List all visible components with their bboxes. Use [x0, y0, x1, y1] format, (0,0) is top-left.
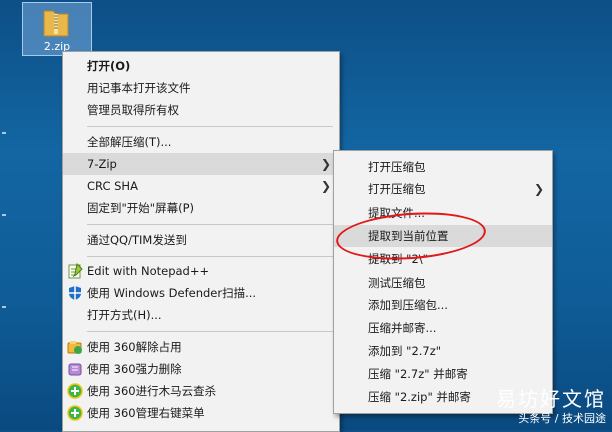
submenu-item-label: 压缩并邮寄... — [368, 321, 437, 335]
menu-separator — [87, 256, 333, 257]
menu-item-label: 7-Zip — [87, 157, 117, 171]
notepadpp-icon — [68, 263, 83, 279]
menu-item-360-force-delete[interactable]: 使用 360强力删除 — [63, 358, 339, 380]
submenu-item-open-archive-more[interactable]: 打开压缩包 ❯ — [334, 178, 552, 200]
menu-separator — [87, 224, 333, 225]
menu-item-open-notepad[interactable]: 用记事本打开该文件 — [63, 77, 339, 99]
menu-item-label: 使用 360进行木马云查杀 — [87, 384, 217, 398]
submenu-item-label: 打开压缩包 — [368, 182, 426, 196]
submenu-item-add-to-7z[interactable]: 添加到 "2.7z" — [334, 340, 552, 362]
submenu-item-label: 压缩 "2.7z" 并邮寄 — [368, 367, 468, 381]
chevron-right-icon: ❯ — [320, 157, 331, 171]
360-logo-icon — [67, 405, 83, 421]
menu-item-360-trojan-scan[interactable]: 使用 360进行木马云查杀 — [63, 380, 339, 402]
submenu-item-open-archive[interactable]: 打开压缩包 — [334, 156, 552, 178]
menu-separator — [87, 126, 333, 127]
menu-item-label: 打开(O) — [87, 59, 131, 73]
submenu-item-label: 打开压缩包 — [368, 160, 426, 174]
menu-item-pin-start[interactable]: 固定到"开始"屏幕(P) — [63, 197, 339, 219]
menu-item-open-with[interactable]: 打开方式(H)... — [63, 304, 339, 326]
submenu-item-add-to-archive[interactable]: 添加到压缩包... — [334, 294, 552, 316]
menu-item-label: 打开方式(H)... — [87, 308, 162, 322]
menu-separator — [87, 331, 333, 332]
menu-item-take-ownership[interactable]: 管理员取得所有权 — [63, 99, 339, 121]
menu-item-label: CRC SHA — [87, 179, 138, 193]
context-menu: 打开(O) 用记事本打开该文件 管理员取得所有权 全部解压缩(T)... 7-Z… — [62, 51, 340, 432]
desktop-mark — [2, 214, 6, 216]
menu-item-label: 使用 360强力删除 — [87, 362, 182, 376]
desktop-file-zip[interactable]: 2.zip — [22, 2, 92, 56]
shield-icon — [69, 286, 81, 300]
360-delete-icon — [68, 363, 82, 376]
submenu-item-label: 添加到 "2.7z" — [368, 344, 442, 358]
menu-item-open[interactable]: 打开(O) — [63, 55, 339, 77]
desktop-mark — [2, 132, 6, 134]
menu-item-360-manage-menu[interactable]: 使用 360管理右键菜单 — [63, 402, 339, 424]
menu-item-label: 全部解压缩(T)... — [87, 135, 172, 149]
watermark-subtitle: 头条号 / 技术园途 — [518, 412, 606, 425]
menu-item-label: 使用 Windows Defender扫描... — [87, 286, 257, 300]
menu-item-crc-sha[interactable]: CRC SHA ❯ — [63, 175, 339, 197]
360-unlock-icon — [67, 341, 82, 354]
watermark-title: 易坊好文馆 — [496, 387, 606, 411]
submenu-item-test-archive[interactable]: 测试压缩包 — [334, 272, 552, 294]
chevron-right-icon: ❯ — [320, 179, 331, 193]
chevron-right-icon: ❯ — [533, 182, 544, 196]
submenu-item-compress-email[interactable]: 压缩并邮寄... — [334, 317, 552, 339]
menu-item-7zip[interactable]: 7-Zip ❯ — [63, 153, 339, 175]
7zip-submenu: 打开压缩包 打开压缩包 ❯ 提取文件... 提取到当前位置 提取到 "2\" 测… — [333, 150, 553, 414]
menu-item-label: 使用 360解除占用 — [87, 340, 182, 354]
menu-item-notepadpp[interactable]: Edit with Notepad++ — [63, 260, 339, 282]
submenu-item-label: 压缩 "2.zip" 并邮寄 — [368, 390, 471, 404]
watermark: 易坊好文馆 头条号 / 技术园途 — [496, 388, 606, 426]
menu-item-360-unlock[interactable]: 使用 360解除占用 — [63, 336, 339, 358]
menu-item-defender-scan[interactable]: 使用 Windows Defender扫描... — [63, 282, 339, 304]
submenu-item-compress-7z-email[interactable]: 压缩 "2.7z" 并邮寄 — [334, 363, 552, 385]
menu-item-label: 通过QQ/TIM发送到 — [87, 233, 187, 247]
menu-item-label: 用记事本打开该文件 — [87, 81, 191, 95]
menu-item-send-qq[interactable]: 通过QQ/TIM发送到 — [63, 229, 339, 251]
menu-item-extract-all[interactable]: 全部解压缩(T)... — [63, 131, 339, 153]
zip-folder-icon — [43, 10, 69, 37]
submenu-item-label: 添加到压缩包... — [368, 298, 448, 312]
desktop-mark — [2, 306, 6, 308]
menu-item-label: 管理员取得所有权 — [87, 103, 179, 117]
submenu-item-label: 测试压缩包 — [368, 276, 426, 290]
menu-item-label: 使用 360管理右键菜单 — [87, 406, 205, 420]
menu-item-label: Edit with Notepad++ — [87, 264, 210, 278]
menu-item-label: 固定到"开始"屏幕(P) — [87, 201, 194, 215]
360-logo-icon — [67, 383, 83, 399]
